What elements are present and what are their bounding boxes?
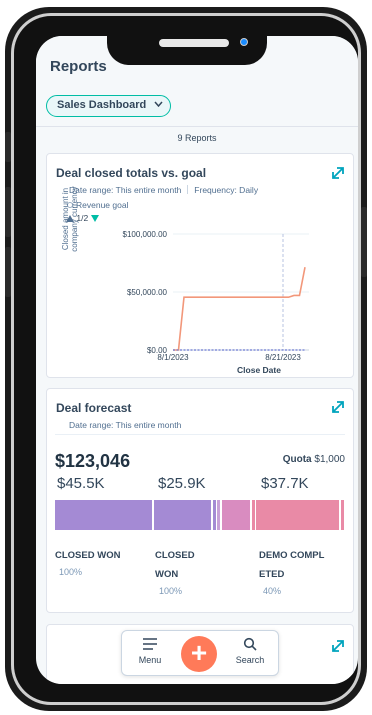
series-line-closed-totals [173, 267, 306, 351]
power-button [361, 207, 367, 277]
line-chart: $100,000.00$50,000.00$0.008/1/2023 8/21/2… [123, 230, 309, 375]
dashboard-selector-label: Sales Dashboard [57, 99, 147, 111]
x-axis-title: Close Date [237, 365, 281, 375]
page-title: Reports [50, 58, 107, 75]
bar-segment-demo-2[interactable] [256, 500, 340, 530]
segment-label-line: ETED [259, 569, 285, 580]
forecast-bar[interactable] [55, 500, 345, 530]
report-card-deal-forecast[interactable]: Deal forecast Date range: This entire mo… [46, 388, 354, 613]
segment-label: CLOSED WON [155, 546, 195, 584]
expand-icon[interactable] [331, 400, 345, 414]
expand-icon[interactable] [331, 639, 345, 653]
header-divider [36, 126, 358, 127]
segment-percent: 40% [263, 586, 282, 596]
x-tick-label: 8/1/2023 [157, 353, 189, 362]
search-icon [230, 637, 270, 655]
report-count: 9 Reports [177, 133, 217, 143]
segment-value: $25.9K [158, 475, 206, 492]
segment-label-line: CLOSED [155, 550, 195, 561]
y-tick-label: $50,000.00 [127, 288, 168, 297]
segment-label-line: DEMO COMPL [259, 550, 325, 561]
add-button[interactable]: + [181, 636, 217, 672]
segment-value: $37.7K [261, 475, 309, 492]
segment-label: DEMO COMPL ETED [259, 546, 324, 584]
phone-notch [107, 17, 267, 65]
segment-label-line: CLOSED WON [55, 550, 121, 561]
hamburger-icon [130, 637, 170, 655]
date-range-text: Date range: This entire month [69, 420, 182, 430]
dashboard-selector[interactable]: Sales Dashboard [46, 95, 172, 117]
nav-search-label: Search [235, 655, 265, 665]
nav-menu-button[interactable]: Menu [130, 637, 170, 665]
nav-menu-label: Menu [138, 655, 162, 665]
chevron-down-icon [154, 98, 163, 117]
quota-label: Quota [282, 454, 312, 465]
segment-label-line: WON [155, 569, 179, 580]
x-tick-label: 8/21/2023 [265, 353, 301, 362]
card-title: Deal forecast [56, 401, 132, 415]
forecast-amount: $123,046 [55, 451, 131, 471]
bar-segment-demo[interactable] [222, 500, 251, 530]
segment-percent: 100% [159, 586, 183, 596]
speaker-grille [159, 39, 229, 47]
segment-percent: 100% [59, 567, 83, 577]
report-card-deal-closed[interactable]: Deal closed totals vs. goal Date range: … [46, 153, 354, 378]
camera-dot [240, 38, 248, 46]
card-meta: Date range: This entire month [69, 420, 181, 430]
y-tick-label: $100,000.00 [123, 230, 168, 239]
bar-segment-closed-won-2[interactable] [153, 500, 212, 530]
card-divider [55, 434, 345, 435]
quota-value: $1,000 [314, 454, 345, 465]
bar-segment-closed-won[interactable] [55, 500, 152, 530]
quota-text: Quota $1,000 [283, 454, 345, 465]
bottom-nav: Menu + Search [121, 630, 279, 676]
nav-search-button[interactable]: Search [230, 637, 270, 665]
app-screen: Reports Sales Dashboard 9 Reports Deal c… [36, 36, 358, 684]
segment-value: $45.5K [57, 475, 105, 492]
segment-label: CLOSED WON [55, 546, 120, 565]
